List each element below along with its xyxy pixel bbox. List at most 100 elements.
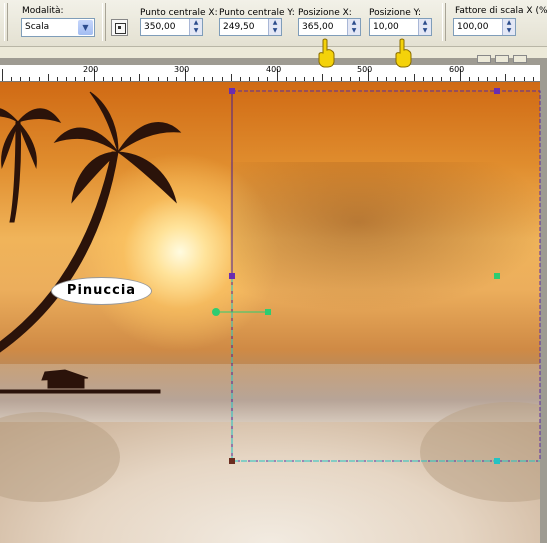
ruler-tick [349,77,351,81]
rotation-pivot-handle[interactable] [212,308,220,316]
ruler-tick [532,77,534,81]
ruler-label: 300 [174,65,190,74]
ruler-tick [111,77,113,81]
ruler-tick [313,77,315,81]
ruler-tick [340,77,342,81]
ruler-tick [496,77,498,81]
mode-label: Modalità: [22,6,64,16]
ruler-tick [212,77,214,81]
ruler-tick [432,77,434,81]
ruler-label: 600 [449,65,465,74]
chevron-down-icon[interactable]: ▼ [78,20,93,35]
ruler-tick [258,77,260,81]
ruler-tick [75,77,77,81]
ruler-tick [468,77,470,81]
ruler-tick [203,77,205,81]
ruler-tick [221,77,223,81]
position-y-input[interactable]: 10,00 ▲ ▼ [369,18,432,36]
window-button[interactable] [513,55,527,63]
scale-x-label: Fattore di scala X (%): [455,6,547,16]
ruler-tick [47,74,49,81]
center-y-input[interactable]: 249,50 ▲ ▼ [219,18,282,36]
ruler-tick [139,74,141,81]
ruler-tick [331,77,333,81]
ruler-tick [514,77,516,81]
center-x-input[interactable]: 350,00 ▲ ▼ [140,18,203,36]
ruler-tick [29,77,31,81]
ruler-tick [395,77,397,81]
ruler-tick [194,77,196,81]
scale-x-spinner[interactable]: ▲ ▼ [502,19,515,35]
ruler-tick [413,74,415,81]
rotation-handle[interactable] [265,309,271,315]
watermark-badge: Pinuccia [51,277,152,305]
center-x-value: 350,00 [144,22,176,32]
position-x-spinner[interactable]: ▲ ▼ [347,19,360,35]
scale-x-value: 100,00 [457,22,489,32]
transform-handle-mid-right[interactable] [494,273,500,279]
ruler-tick [56,77,58,81]
pick-tool-icon[interactable] [111,19,128,36]
center-y-value: 249,50 [223,22,255,32]
transform-handle-top-left[interactable] [229,88,235,94]
transform-handle-top-right[interactable] [494,88,500,94]
ruler-tick [84,77,86,81]
center-x-spinner[interactable]: ▲ ▼ [189,19,202,35]
ruler-tick [505,74,507,81]
ruler-tick [230,74,232,81]
ruler-tick [20,77,22,81]
ruler-tick [422,77,424,81]
ruler-label: 400 [266,65,282,74]
ruler-tick [450,77,452,81]
position-x-value: 365,00 [302,22,334,32]
ruler-tick [148,77,150,81]
transform-handle-bottom-left[interactable] [229,458,235,464]
position-y-spinner[interactable]: ▲ ▼ [418,19,431,35]
ruler-tick [303,77,305,81]
ruler-tick [322,74,324,81]
ruler-tick [386,77,388,81]
ruler-tick [477,77,479,81]
scale-x-input[interactable]: 100,00 ▲ ▼ [453,18,516,36]
center-x-label: Punto centrale X: [140,8,218,18]
toolbar-grip[interactable] [4,3,8,41]
ruler-tick [130,77,132,81]
ruler-tick [66,77,68,81]
ruler-tick [239,77,241,81]
position-x-label: Posizione X: [298,8,352,18]
tool-options-toolbar: Modalità: Scala ▼ Punto centrale X: 350,… [0,0,547,47]
ruler-tick [2,69,3,81]
transform-handle-bottom-mid[interactable] [494,458,500,464]
pointing-hand-icon [318,38,335,68]
position-y-value: 10,00 [373,22,399,32]
toolbar-separator [442,3,446,41]
ruler-tick [358,77,360,81]
position-y-label: Posizione Y: [369,8,421,18]
ruler-tick [523,77,525,81]
center-y-label: Punto centrale Y: [219,8,295,18]
center-y-spinner[interactable]: ▲ ▼ [268,19,281,35]
ruler-label: 500 [357,65,373,74]
transform-handle-mid-left[interactable] [229,273,235,279]
position-x-input[interactable]: 365,00 ▲ ▼ [298,18,361,36]
ruler-tick [249,77,251,81]
ruler-tick [38,77,40,81]
ruler-tick [120,77,122,81]
window-button[interactable] [495,55,509,63]
toolbar-separator [102,3,106,41]
horizontal-ruler: 200 300 400 500 600 [0,65,540,82]
ruler-tick [157,77,159,81]
mode-select[interactable]: Scala ▼ [21,18,95,37]
mode-value: Scala [25,22,50,32]
ruler-label: 200 [83,65,99,74]
ruler-tick [441,77,443,81]
ruler-tick [377,77,379,81]
window-button[interactable] [477,55,491,63]
ruler-tick [11,77,13,81]
ruler-tick [102,77,104,81]
ruler-tick [285,77,287,81]
ruler-tick [294,77,296,81]
ruler-tick [267,77,269,81]
ruler-tick [166,77,168,81]
ruler-tick [175,77,177,81]
